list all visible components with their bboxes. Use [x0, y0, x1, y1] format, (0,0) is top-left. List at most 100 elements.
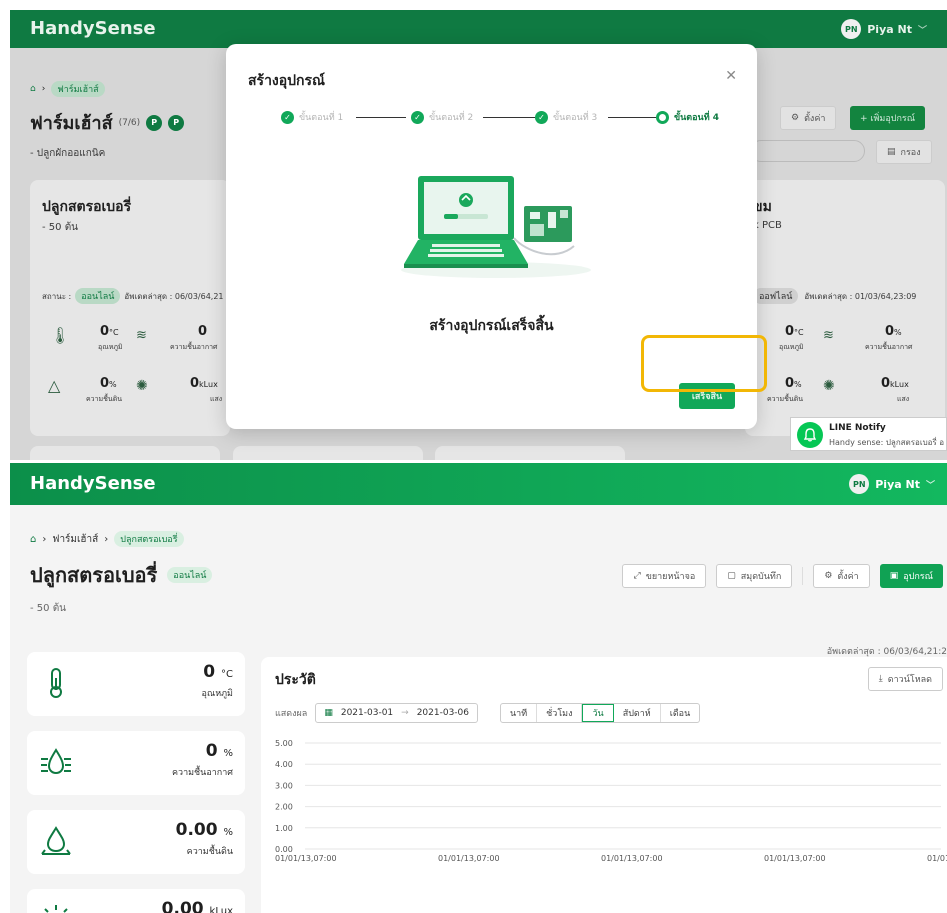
app-header: HandySense PN Piya Nt ﹀	[10, 10, 947, 48]
show-label: แสดงผล	[275, 709, 308, 719]
toolbar: ⤢ ขยายหน้าจอ ▢ สมุดบันทึก ⚙ ตั้งค่า ▣ อุปกรณ…	[622, 564, 943, 588]
temperature-label: อุณหภูมิ	[201, 689, 233, 699]
light-value: 0kLux	[881, 376, 909, 391]
history-controls: แสดงผล ▦ 2021-03-01 → 2021-03-06 นาที ชั…	[275, 703, 701, 723]
download-icon: ⤓	[878, 674, 883, 684]
device-card[interactable]: ขม k PCB ออฟไลน์ อัพเดตล่าสุด : 01/03/64…	[745, 180, 945, 436]
modal-title: สร้างอุปกรณ์	[248, 73, 326, 89]
air-humidity-label: ความชื้นอากาศ	[170, 343, 218, 351]
step-1: ✓ ขั้นตอนที่ 1	[281, 110, 343, 124]
range-week[interactable]: สัปดาห์	[614, 704, 661, 722]
calendar-icon: ▦	[324, 708, 333, 718]
y-tick-label: 3.00	[275, 781, 293, 790]
user-name: Piya Nt	[867, 22, 912, 36]
range-hour[interactable]: ชั่วโมง	[537, 704, 583, 722]
soil-moisture-label: ความชื้นดิน	[767, 395, 804, 403]
chip-icon: ▣	[889, 571, 899, 581]
search-input[interactable]	[750, 140, 865, 162]
date-range-picker[interactable]: ▦ 2021-03-01 → 2021-03-06	[315, 703, 479, 723]
home-icon[interactable]: ⌂	[30, 84, 36, 94]
notebook-button[interactable]: ▢ สมุดบันทึก	[716, 564, 793, 588]
updated-text: อัพเดตล่าสุด : 06/03/64,21	[124, 291, 224, 301]
device-subtitle: - 50 ต้น	[42, 222, 79, 233]
sensor-card-soil-moisture: 0.00 % ความชื้นดิน	[27, 810, 245, 874]
step-2: ✓ ขั้นตอนที่ 2	[411, 110, 473, 124]
sensor-card-light: 0.00 kLux	[27, 889, 245, 913]
device-card[interactable]	[233, 446, 423, 460]
thermometer-icon: 🌡	[50, 326, 71, 345]
app-logo: HandySense	[30, 18, 156, 39]
sun-icon	[44, 905, 68, 913]
x-tick-label: 01/01/13,07:00	[601, 854, 663, 863]
air-humidity-icon: ≋	[136, 328, 147, 343]
step-3: ✓ ขั้นตอนที่ 3	[535, 110, 597, 124]
device-button[interactable]: ▣ อุปกรณ์	[879, 564, 943, 588]
x-tick-label: 01/01/13,	[927, 854, 947, 863]
range-minute[interactable]: นาที	[501, 704, 538, 722]
device-card[interactable]: ปลูกสตรอเบอรี่ - 50 ต้น สถานะ : ออนไลน์ …	[30, 180, 230, 436]
x-tick-label: 01/01/13,07:00	[764, 854, 826, 863]
close-icon[interactable]: ✕	[725, 68, 737, 84]
fullscreen-button[interactable]: ⤢ ขยายหน้าจอ	[622, 564, 707, 588]
device-title: ปลูกสตรอเบอรี่	[42, 199, 132, 215]
device-detail-screen: HandySense PN Piya Nt ﹀ ⌂ › ฟาร์มเฮ้าส์ …	[10, 463, 947, 913]
gear-icon: ⚙	[791, 113, 800, 123]
temperature-value: 0 °C	[203, 662, 233, 682]
user-menu[interactable]: PN Piya Nt ﹀	[841, 19, 927, 39]
toast-body: Handy sense: ปลูกสตรอเบอรี่ อ	[829, 438, 945, 447]
complete-message: สร้างอุปกรณ์เสร็จสิ้น	[429, 318, 554, 334]
download-button[interactable]: ⤓ ดาวน์โหลด	[867, 667, 943, 691]
notebook-icon: ▢	[727, 571, 736, 581]
temperature-label: อุณหภูมิ	[98, 343, 123, 351]
range-month[interactable]: เดือน	[661, 704, 699, 722]
soil-moisture-icon	[41, 826, 71, 855]
toast-title: LINE Notify	[829, 423, 886, 433]
breadcrumb-device[interactable]: ปลูกสตรอเบอรี่	[114, 531, 184, 547]
arrow-right-icon: →	[401, 708, 409, 718]
farm-subtitle: - ปลูกผักออแกนิค	[30, 148, 106, 159]
filter-button[interactable]: ▤ กรอง	[876, 140, 932, 164]
air-humidity-icon	[41, 748, 71, 775]
date-from[interactable]: 2021-03-01	[341, 708, 393, 718]
temperature-label: อุณหภูมิ	[779, 343, 804, 351]
device-card[interactable]	[435, 446, 625, 460]
soil-moisture-label: ความชื้นดิน	[86, 395, 123, 403]
settings-button[interactable]: ⚙ ตั้งค่า	[813, 564, 870, 588]
temperature-value: 0°C	[100, 324, 119, 339]
y-tick-label: 2.00	[275, 803, 293, 812]
settings-button[interactable]: ⚙ ตั้งค่า	[780, 106, 837, 130]
sensor-card-temperature: 0 °C อุณหภูมิ	[27, 652, 245, 716]
history-panel: ประวัติ ⤓ ดาวน์โหลด แสดงผล ▦ 2021-03-01 →…	[261, 657, 947, 913]
soil-moisture-value: 0.00 %	[175, 820, 233, 840]
add-device-button[interactable]: + เพิ่มอุปกรณ์	[850, 106, 926, 130]
history-chart: 5.004.003.002.001.000.0001/01/13,07:00 01…	[275, 739, 947, 863]
breadcrumb-farm[interactable]: ฟาร์มเฮ้าส์	[52, 532, 98, 547]
device-subtitle: k PCB	[753, 220, 782, 231]
chevron-down-icon: ﹀	[925, 480, 935, 491]
light-label: แสง	[210, 395, 223, 403]
user-name: Piya Nt	[875, 477, 920, 491]
farm-count: (7/6)	[118, 117, 141, 128]
device-card[interactable]	[30, 446, 220, 460]
check-icon: ✓	[281, 110, 294, 124]
toolbar-divider	[802, 567, 804, 585]
light-value: 0.00 kLux	[161, 899, 233, 913]
air-humidity-icon: ≋	[823, 328, 834, 343]
avatar: PN	[841, 19, 862, 39]
step-4: ขั้นตอนที่ 4	[656, 110, 719, 124]
app-header: HandySense PN Piya Nt ﹀	[10, 463, 947, 505]
status-badge: ออฟไลน์	[753, 288, 799, 304]
app-logo: HandySense	[30, 473, 156, 494]
home-icon[interactable]: ⌂	[30, 534, 36, 545]
breadcrumb-farm[interactable]: ฟาร์มเฮ้าส์	[51, 81, 105, 97]
updated-text: อัพเดตล่าสุด : 01/03/64,23:09	[804, 291, 917, 301]
user-menu[interactable]: PN Piya Nt ﹀	[849, 474, 935, 494]
chevron-down-icon: ﹀	[917, 25, 927, 36]
last-updated: อัพเดตล่าสุด : 06/03/64,21:2	[826, 647, 947, 657]
date-to[interactable]: 2021-03-06	[417, 708, 469, 718]
bell-icon	[797, 422, 823, 448]
avatar: PN	[849, 474, 870, 494]
line-notify-toast[interactable]: LINE Notify Handy sense: ปลูกสตรอเบอรี่ …	[790, 417, 947, 451]
range-day[interactable]: วัน	[582, 704, 614, 722]
sun-icon: ✺	[136, 378, 148, 394]
